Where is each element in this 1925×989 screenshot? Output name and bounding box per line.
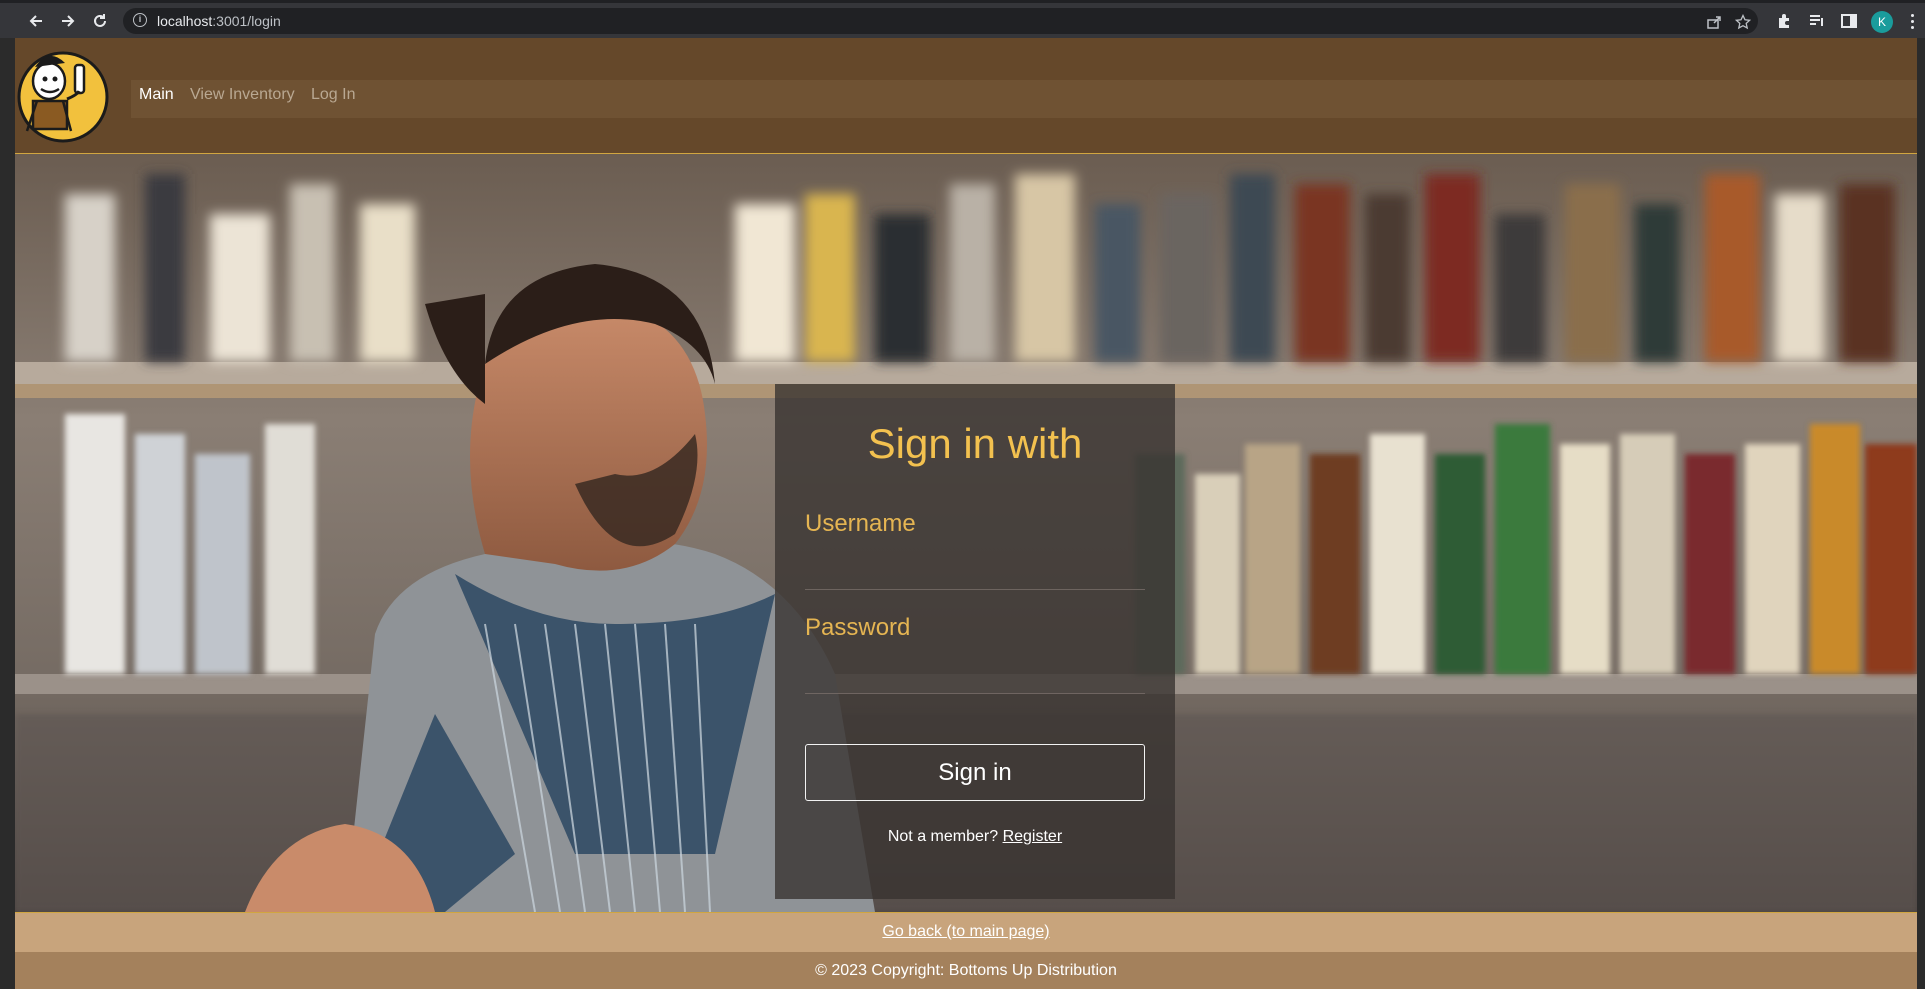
share-icon[interactable] bbox=[1706, 14, 1722, 30]
go-back-bar: Go back (to main page) bbox=[15, 912, 1917, 952]
back-icon[interactable] bbox=[24, 9, 48, 33]
scrollbar[interactable] bbox=[1917, 38, 1925, 989]
register-link[interactable]: Register bbox=[1003, 828, 1063, 845]
nav-band bbox=[131, 80, 1917, 118]
username-input[interactable] bbox=[805, 554, 1145, 590]
nav-log-in[interactable]: Log In bbox=[311, 86, 355, 104]
url-host: localhost bbox=[157, 13, 213, 29]
password-input[interactable] bbox=[805, 658, 1145, 694]
url-text: localhost:3001/login bbox=[157, 13, 281, 29]
copyright-text: © 2023 Copyright: Bottoms Up Distributio… bbox=[815, 962, 1117, 979]
url-path: :3001/login bbox=[212, 13, 281, 29]
bottoms-up-logo[interactable] bbox=[15, 43, 111, 143]
browser-menu-icon[interactable] bbox=[1911, 12, 1915, 30]
reading-list-icon[interactable] bbox=[1808, 12, 1826, 30]
address-bar[interactable]: i localhost:3001/login bbox=[123, 8, 1758, 34]
login-card: Sign in with Username Password Sign in N… bbox=[775, 384, 1175, 899]
page-viewport: Main View Inventory Log In Sign in with … bbox=[15, 38, 1917, 989]
reload-icon[interactable] bbox=[88, 9, 112, 33]
bookmark-star-icon[interactable] bbox=[1734, 13, 1752, 30]
register-prompt: Not a member? Register bbox=[775, 828, 1175, 846]
login-title: Sign in with bbox=[867, 420, 1083, 467]
copyright-bar: © 2023 Copyright: Bottoms Up Distributio… bbox=[15, 952, 1917, 989]
register-prompt-text: Not a member? bbox=[887, 828, 999, 845]
username-label: Username bbox=[805, 510, 916, 537]
go-back-link[interactable]: Go back (to main page) bbox=[15, 923, 1917, 941]
browser-toolbar: i localhost:3001/login K bbox=[0, 0, 1925, 38]
site-header: Main View Inventory Log In bbox=[15, 38, 1917, 154]
sign-in-button[interactable]: Sign in bbox=[805, 744, 1145, 801]
devtools-edge bbox=[0, 38, 15, 989]
extensions-icon[interactable] bbox=[1776, 12, 1794, 30]
profile-avatar[interactable]: K bbox=[1871, 11, 1893, 33]
site-info-icon[interactable]: i bbox=[133, 13, 147, 27]
password-label: Password bbox=[805, 614, 911, 641]
nav-main[interactable]: Main bbox=[139, 86, 174, 104]
side-panel-icon[interactable] bbox=[1840, 12, 1858, 30]
forward-icon[interactable] bbox=[56, 9, 80, 33]
nav-view-inventory[interactable]: View Inventory bbox=[190, 86, 295, 104]
